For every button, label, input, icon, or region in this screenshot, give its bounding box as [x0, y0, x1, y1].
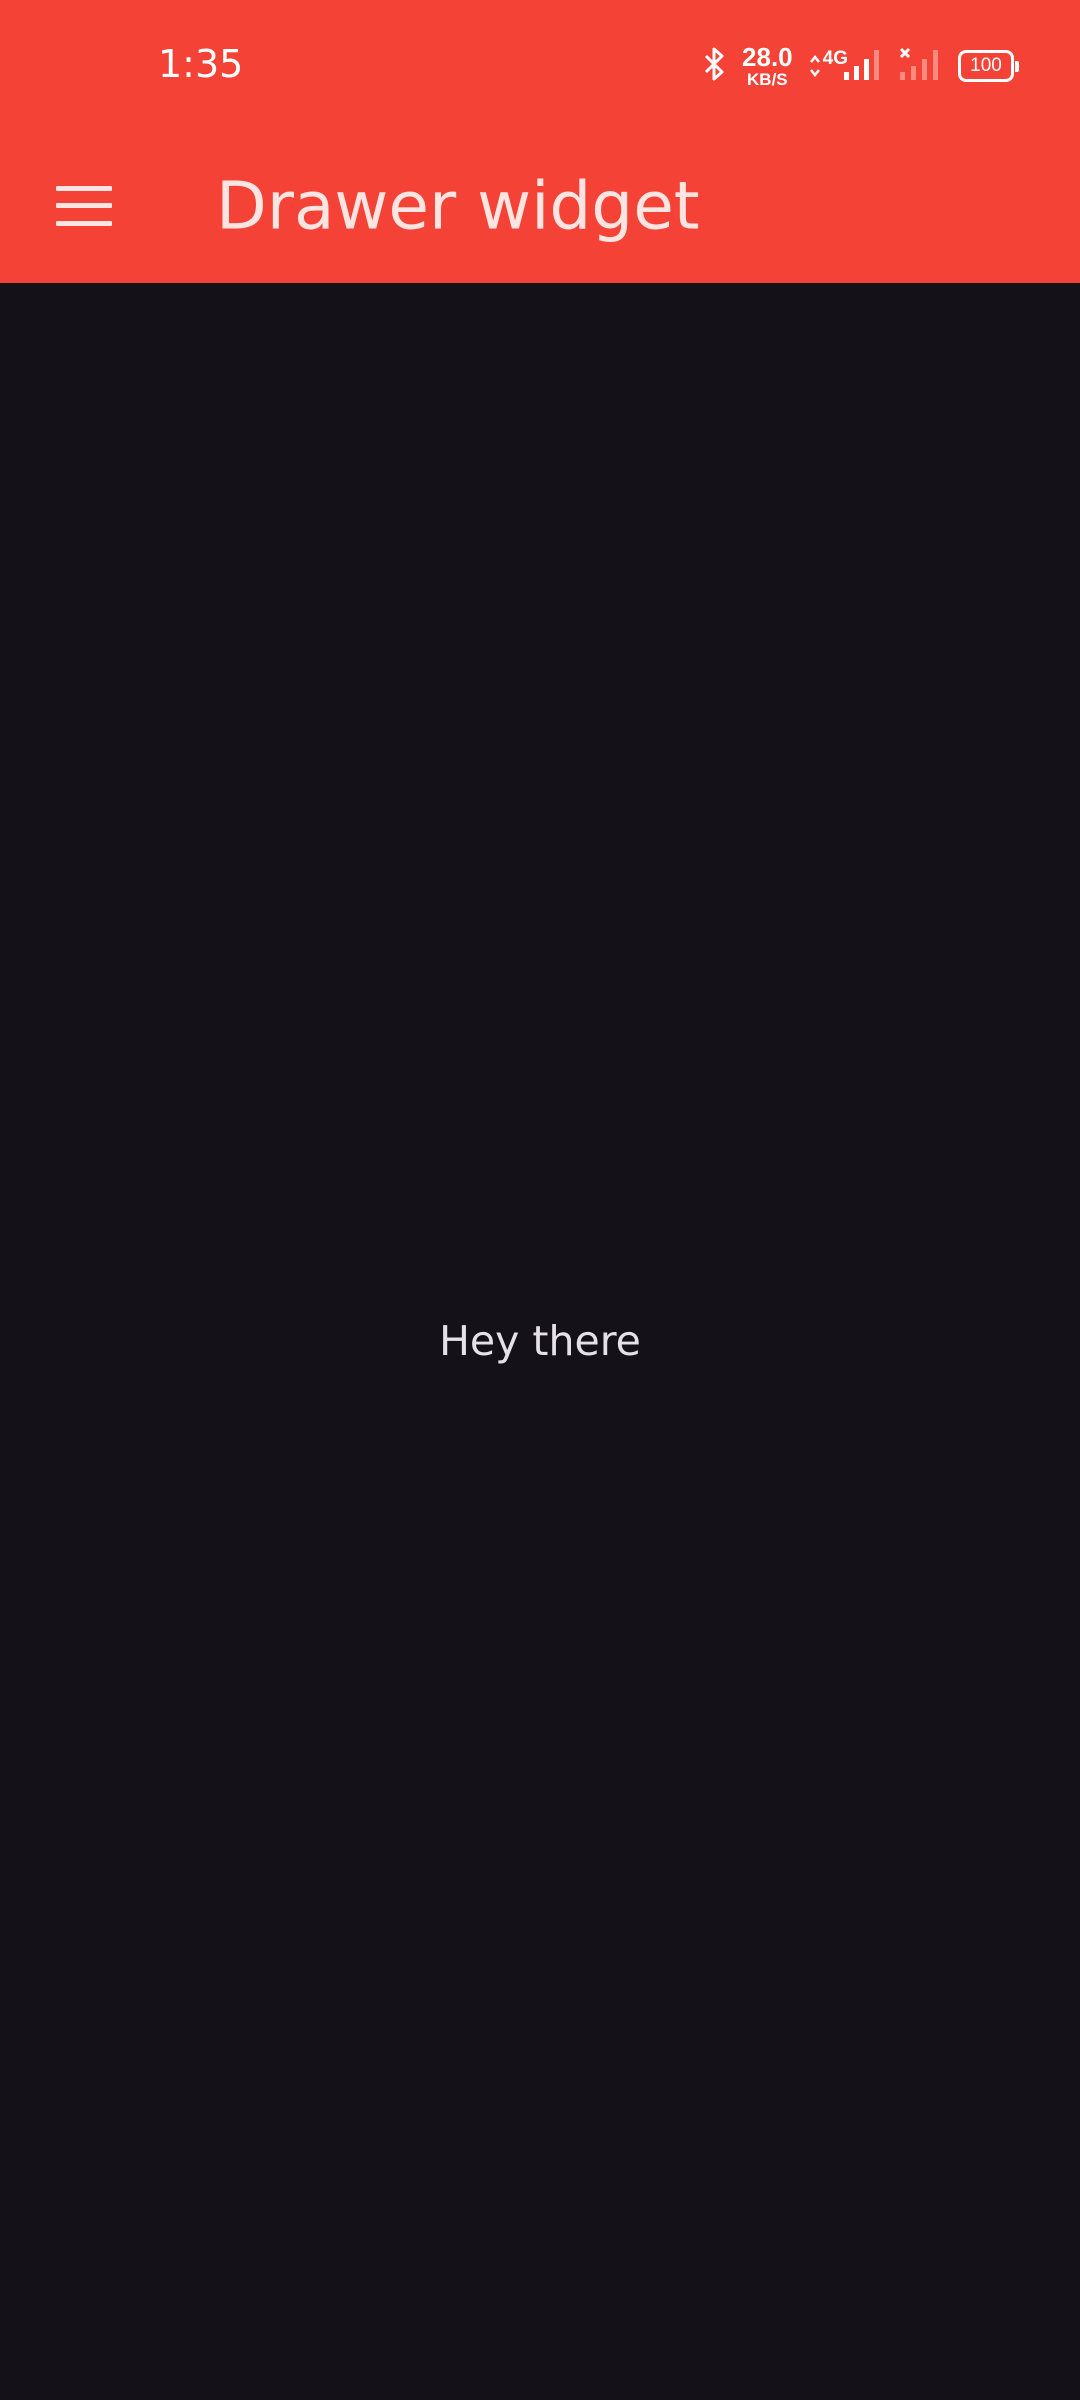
- battery-level: 100: [970, 55, 1002, 76]
- no-sim-signal-icon: [898, 46, 942, 87]
- bluetooth-icon: [702, 46, 726, 87]
- page-title: Drawer widget: [216, 167, 700, 244]
- menu-line: [56, 185, 112, 191]
- battery-icon: 100: [958, 50, 1019, 82]
- status-bar: 1:35 28.0 KB/S 4G 100: [0, 0, 1080, 128]
- menu-line: [56, 203, 112, 208]
- hamburger-menu-icon[interactable]: [56, 185, 112, 226]
- main-content: Hey there: [0, 283, 1080, 2400]
- network-speed-unit: KB/S: [747, 70, 788, 89]
- menu-line: [56, 220, 112, 226]
- greeting-text: Hey there: [439, 1317, 641, 1365]
- network-speed: 28.0 KB/S: [742, 44, 793, 88]
- signal-icon: [842, 46, 882, 87]
- app-bar: Drawer widget: [0, 128, 1080, 283]
- status-time: 1:35: [158, 42, 244, 86]
- network-speed-value: 28.0: [742, 42, 793, 72]
- status-icons: 28.0 KB/S 4G 100: [702, 44, 1019, 88]
